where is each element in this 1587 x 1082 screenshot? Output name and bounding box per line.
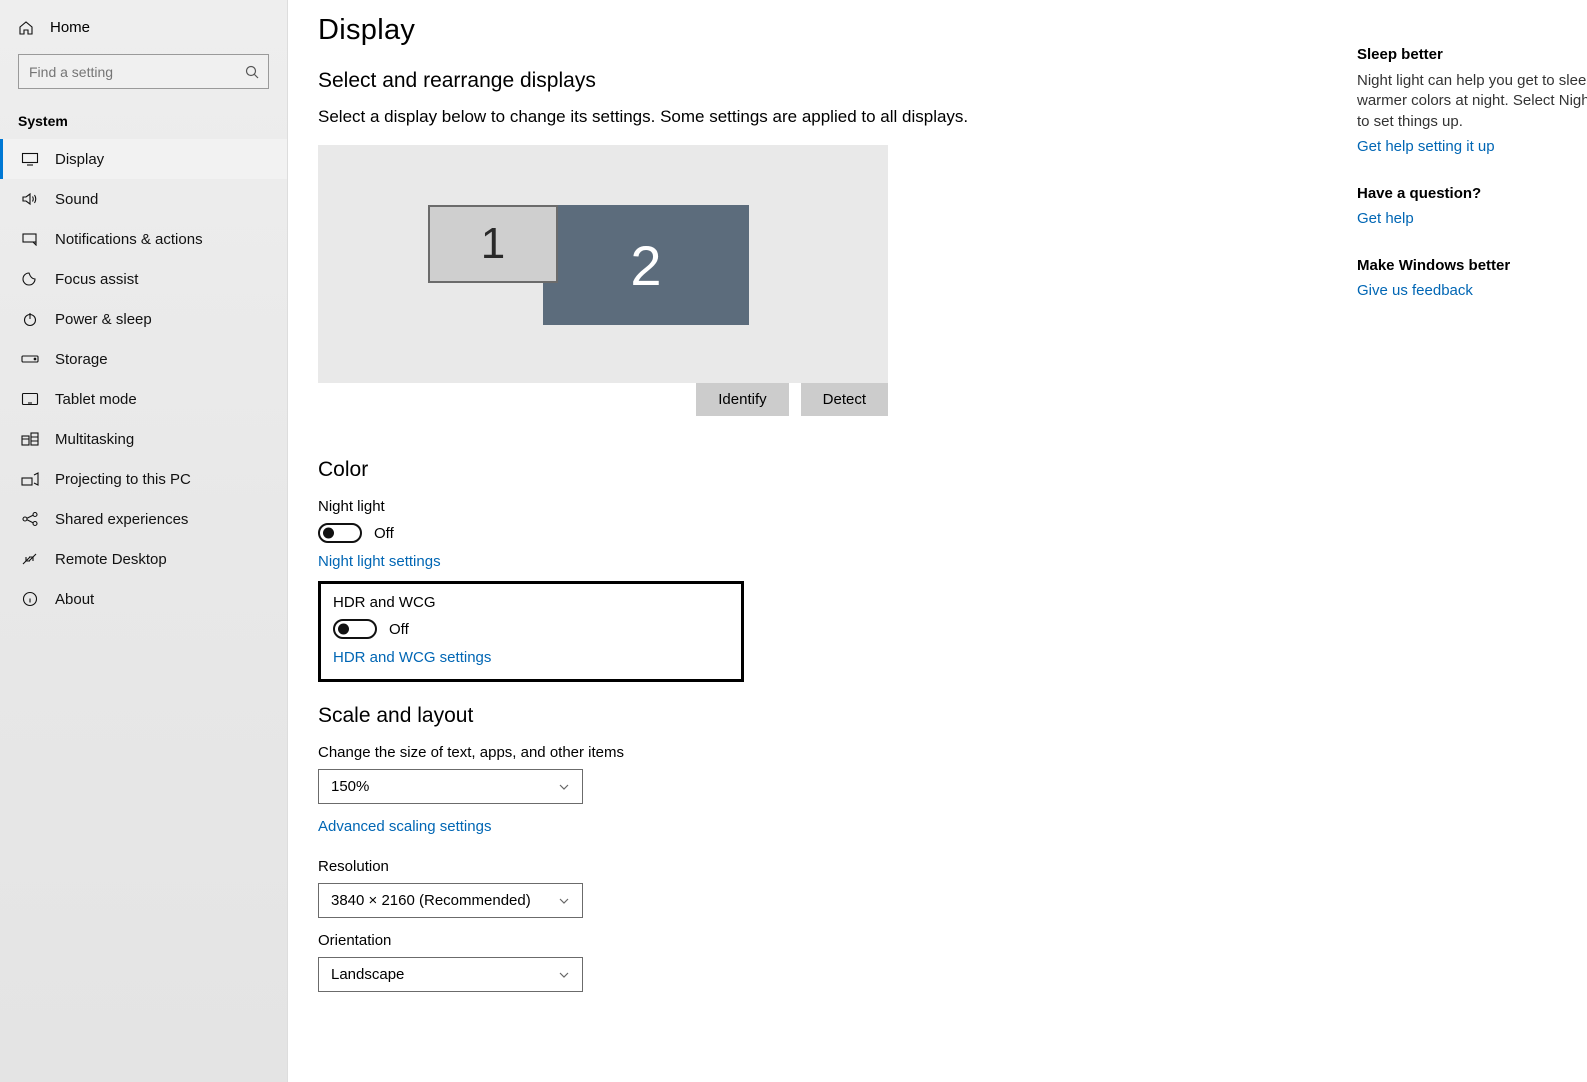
sidebar-item-label: Multitasking: [55, 431, 269, 448]
sidebar-item-label: Remote Desktop: [55, 551, 269, 568]
feedback-link[interactable]: Give us feedback: [1357, 282, 1587, 299]
sidebar-item-label: Display: [55, 151, 269, 168]
focus-assist-icon: [21, 270, 39, 288]
hdr-highlight: HDR and WCG Off HDR and WCG settings: [318, 581, 744, 682]
sidebar-item-power-sleep[interactable]: Power & sleep: [0, 299, 287, 339]
hdr-label: HDR and WCG: [333, 594, 729, 611]
sidebar-item-multitasking[interactable]: Multitasking: [0, 419, 287, 459]
search-input[interactable]: [18, 54, 269, 89]
sleep-body: Night light can help you get to sleep by…: [1357, 71, 1587, 132]
night-light-toggle[interactable]: [318, 523, 362, 543]
orientation-value: Landscape: [331, 966, 404, 983]
feedback-head: Make Windows better: [1357, 257, 1587, 274]
sidebar-item-remote-desktop[interactable]: Remote Desktop: [0, 539, 287, 579]
sidebar-item-shared-experiences[interactable]: Shared experiences: [0, 499, 287, 539]
hdr-settings-link[interactable]: HDR and WCG settings: [333, 649, 491, 666]
storage-icon: [21, 350, 39, 368]
sidebar-item-label: Notifications & actions: [55, 231, 269, 248]
sidebar-item-notifications[interactable]: Notifications & actions: [0, 219, 287, 259]
displays-arrangement[interactable]: 1 2: [318, 145, 888, 383]
night-light-settings-link[interactable]: Night light settings: [318, 553, 441, 570]
night-light-label: Night light: [318, 498, 1587, 515]
orientation-dropdown[interactable]: Landscape: [318, 957, 583, 992]
sleep-link[interactable]: Get help setting it up: [1357, 138, 1587, 155]
orientation-label: Orientation: [318, 932, 1587, 949]
about-icon: [21, 590, 39, 608]
question-head: Have a question?: [1357, 185, 1587, 202]
chevron-down-icon: [558, 971, 570, 979]
sidebar-item-label: Projecting to this PC: [55, 471, 269, 488]
monitor-1-label: 1: [481, 219, 505, 269]
text-size-value: 150%: [331, 778, 369, 795]
sidebar-home-label: Home: [50, 19, 90, 36]
chevron-down-icon: [558, 897, 570, 905]
sidebar-item-label: Power & sleep: [55, 311, 269, 328]
search-icon: [245, 65, 259, 79]
color-title: Color: [318, 458, 1587, 482]
home-icon: [18, 20, 34, 36]
scale-title: Scale and layout: [318, 704, 1587, 728]
sidebar-heading: System: [0, 101, 287, 139]
chevron-down-icon: [558, 783, 570, 791]
sidebar-item-tablet-mode[interactable]: Tablet mode: [0, 379, 287, 419]
sidebar-item-label: About: [55, 591, 269, 608]
get-help-link[interactable]: Get help: [1357, 210, 1587, 227]
monitor-2-label: 2: [630, 233, 661, 298]
sidebar-item-label: Tablet mode: [55, 391, 269, 408]
identify-button[interactable]: Identify: [696, 383, 788, 416]
info-column: Sleep better Night light can help you ge…: [1357, 46, 1587, 299]
sidebar-item-storage[interactable]: Storage: [0, 339, 287, 379]
display-icon: [21, 150, 39, 168]
shared-icon: [21, 510, 39, 528]
sidebar-item-label: Focus assist: [55, 271, 269, 288]
sleep-head: Sleep better: [1357, 46, 1587, 63]
sidebar-home[interactable]: Home: [0, 13, 287, 42]
page-title: Display: [318, 14, 1587, 47]
monitor-2[interactable]: 2: [543, 205, 749, 325]
projecting-icon: [21, 470, 39, 488]
sidebar-item-label: Shared experiences: [55, 511, 269, 528]
resolution-value: 3840 × 2160 (Recommended): [331, 892, 531, 909]
sound-icon: [21, 190, 39, 208]
sidebar-item-label: Storage: [55, 351, 269, 368]
sidebar-item-focus-assist[interactable]: Focus assist: [0, 259, 287, 299]
advanced-scaling-link[interactable]: Advanced scaling settings: [318, 818, 491, 835]
hdr-state: Off: [389, 621, 409, 638]
detect-button[interactable]: Detect: [801, 383, 888, 416]
main-content: Display Select and rearrange displays Se…: [288, 0, 1587, 1082]
sidebar-item-about[interactable]: About: [0, 579, 287, 619]
text-size-dropdown[interactable]: 150%: [318, 769, 583, 804]
sidebar-item-display[interactable]: Display: [0, 139, 287, 179]
remote-desktop-icon: [21, 550, 39, 568]
text-size-label: Change the size of text, apps, and other…: [318, 744, 1587, 761]
power-icon: [21, 310, 39, 328]
hdr-toggle[interactable]: [333, 619, 377, 639]
resolution-label: Resolution: [318, 858, 1587, 875]
resolution-dropdown[interactable]: 3840 × 2160 (Recommended): [318, 883, 583, 918]
notifications-icon: [21, 230, 39, 248]
night-light-state: Off: [374, 525, 394, 542]
sidebar-item-sound[interactable]: Sound: [0, 179, 287, 219]
monitor-1[interactable]: 1: [428, 205, 558, 283]
sidebar: Home System Display Sound: [0, 0, 288, 1082]
sidebar-item-projecting[interactable]: Projecting to this PC: [0, 459, 287, 499]
multitasking-icon: [21, 430, 39, 448]
tablet-icon: [21, 390, 39, 408]
sidebar-item-label: Sound: [55, 191, 269, 208]
